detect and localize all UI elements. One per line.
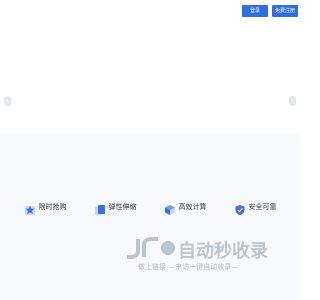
hero-banner <box>0 22 300 134</box>
feature-label: 安全可靠 <box>248 203 277 211</box>
feature-label: 高效计算 <box>178 203 207 211</box>
feature-card-flash-sale[interactable]: 限时抢购 <box>18 187 72 227</box>
feature-card-efficient-computing[interactable]: 高效计算 <box>158 187 212 227</box>
feature-card-elastic-scaling[interactable]: 弹性伸缩 <box>88 187 142 227</box>
login-button[interactable]: 登录 <box>242 5 268 17</box>
shield-check-icon <box>234 201 246 215</box>
top-bar: 登录 免费注册 <box>0 0 300 22</box>
stack-icon <box>94 201 106 215</box>
cube-icon <box>164 201 176 215</box>
register-button[interactable]: 免费注册 <box>272 5 298 17</box>
star-badge-icon <box>24 201 36 215</box>
carousel-next-button[interactable]: › <box>289 96 296 106</box>
feature-label: 限时抢购 <box>38 203 67 211</box>
page: 登录 免费注册 ‹ › 限时抢购 弹性伸缩 高效计算 安全可靠 自动秒收录 做上… <box>0 0 300 300</box>
carousel-prev-button[interactable]: ‹ <box>4 96 11 106</box>
feature-card-secure-reliable[interactable]: 安全可靠 <box>228 187 282 227</box>
feature-label: 弹性伸缩 <box>108 203 137 211</box>
